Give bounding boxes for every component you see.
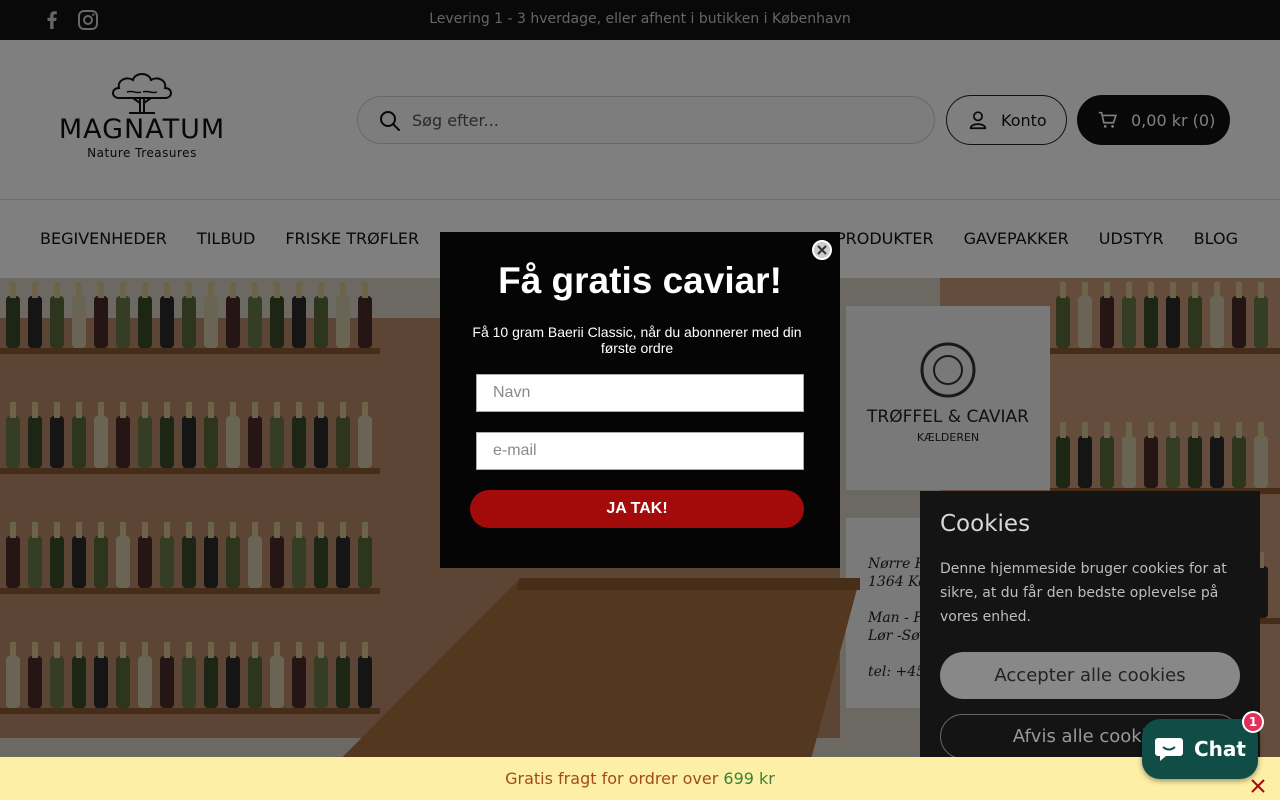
free-shipping-bar: Gratis fragt for ordrer over 699 kr [0,757,1280,800]
chat-button[interactable]: Chat 1 [1142,711,1264,779]
popup-description: Få 10 gram Baerii Classic, når du abonne… [472,324,802,356]
newsletter-popup: Få gratis caviar! Få 10 gram Baerii Clas… [440,232,840,568]
cookie-text: Denne hjemmeside bruger cookies for at s… [940,561,1227,625]
subscribe-button[interactable]: JA TAK! [470,490,804,528]
name-field[interactable] [476,374,804,412]
shipping-text: Gratis fragt for ordrer over [505,769,724,788]
popup-title: Få gratis caviar! [498,260,782,301]
shipping-threshold: 699 kr [723,769,775,788]
cookie-title: Cookies [940,511,1031,537]
accept-cookies-button[interactable]: Accepter alle cookies [940,652,1240,699]
chat-bubble-icon [1155,738,1183,761]
notification-badge: 1 [1242,711,1264,733]
email-field[interactable] [476,432,804,470]
close-icon[interactable] [812,240,832,260]
chat-label: Chat [1194,737,1246,761]
